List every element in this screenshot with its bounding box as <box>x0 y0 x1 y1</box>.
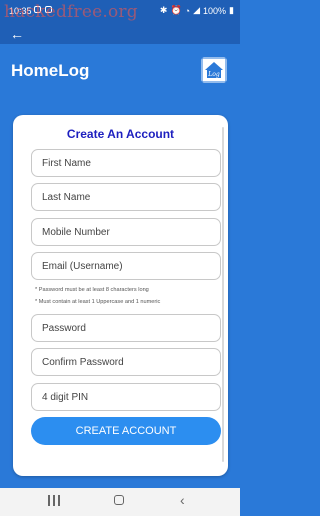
last-name-field[interactable]: Last Name <box>31 183 221 211</box>
toolbar: ← <box>0 24 240 44</box>
wifi-icon: ◔ <box>184 5 191 16</box>
svg-text:Log: Log <box>207 71 220 78</box>
password-note: * Must contain at least 1 Uppercase and … <box>35 299 161 305</box>
battery-level: 100% <box>203 5 227 16</box>
back-icon[interactable]: ‹ <box>180 492 185 508</box>
home-icon[interactable] <box>114 495 124 505</box>
status-icons: ✱ ⏰ ◔ ◢ 100% ▮ <box>160 5 234 16</box>
system-nav-bar: ‹ <box>0 488 240 516</box>
signal-icon: ◢ <box>193 5 201 15</box>
app-title: HomeLog <box>11 61 90 80</box>
alarm-icon: ⏰ <box>170 5 182 15</box>
create-account-button[interactable]: CREATE ACCOUNT <box>31 417 221 445</box>
pin-field[interactable]: 4 digit PIN <box>31 383 221 411</box>
create-account-card: Create An Account First Name Last Name M… <box>13 115 228 476</box>
password-field[interactable]: Password <box>31 314 221 342</box>
mobile-number-field[interactable]: Mobile Number <box>31 218 221 246</box>
app-header: HomeLog Log <box>0 44 240 102</box>
email-field[interactable]: Email (Username) <box>31 252 221 280</box>
battery-icon: ▮ <box>229 5 234 15</box>
watermark: hackedfree.org <box>4 2 138 22</box>
form-title: Create An Account <box>66 127 175 141</box>
scrollbar[interactable] <box>222 127 224 462</box>
recents-icon[interactable] <box>48 495 60 507</box>
arrow-left-icon[interactable]: ← <box>10 25 24 43</box>
password-note: * Password must be at least 8 characters… <box>35 287 149 293</box>
bluetooth-icon: ✱ <box>159 5 168 15</box>
homelog-logo-icon: Log <box>201 57 227 83</box>
confirm-password-field[interactable]: Confirm Password <box>31 348 221 376</box>
first-name-field[interactable]: First Name <box>31 149 221 177</box>
